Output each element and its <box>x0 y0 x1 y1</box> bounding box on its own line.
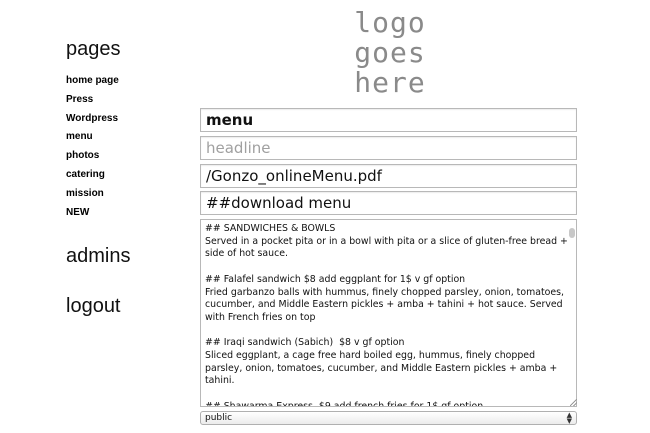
link-text-input[interactable] <box>200 191 577 215</box>
scrollbar-thumb[interactable] <box>569 228 575 238</box>
nav-item-new[interactable]: NEW <box>66 204 119 223</box>
page-body-textarea[interactable]: ## SANDWICHES & BOWLS Served in a pocket… <box>200 219 577 407</box>
resize-handle-icon[interactable] <box>570 399 577 406</box>
admins-link[interactable]: admins <box>66 245 130 268</box>
logo: logo goes here <box>335 8 445 98</box>
logo-line-3: here <box>354 66 426 99</box>
nav-item-photos[interactable]: photos <box>66 147 119 166</box>
nav-item-mission[interactable]: mission <box>66 185 119 204</box>
pages-nav: home page Press Wordpress menu photos ca… <box>66 72 119 222</box>
page-title-input[interactable] <box>200 108 577 132</box>
headline-input[interactable] <box>200 136 577 160</box>
nav-item-catering[interactable]: catering <box>66 166 119 185</box>
logout-link[interactable]: logout <box>66 295 121 318</box>
visibility-select[interactable]: public ▲ ▼ <box>200 411 577 425</box>
nav-item-home-page[interactable]: home page <box>66 72 119 91</box>
logo-line-1: logo <box>354 6 426 39</box>
nav-item-wordpress[interactable]: Wordpress <box>66 110 119 129</box>
pages-heading: pages <box>66 38 121 60</box>
nav-item-press[interactable]: Press <box>66 91 119 110</box>
visibility-selected-value: public <box>205 413 233 423</box>
select-arrows-icon: ▲ ▼ <box>566 411 572 425</box>
textarea-scrollbar[interactable] <box>569 222 575 405</box>
nav-item-menu[interactable]: menu <box>66 128 119 147</box>
logo-line-2: goes <box>354 36 426 69</box>
file-path-input[interactable] <box>200 164 577 188</box>
